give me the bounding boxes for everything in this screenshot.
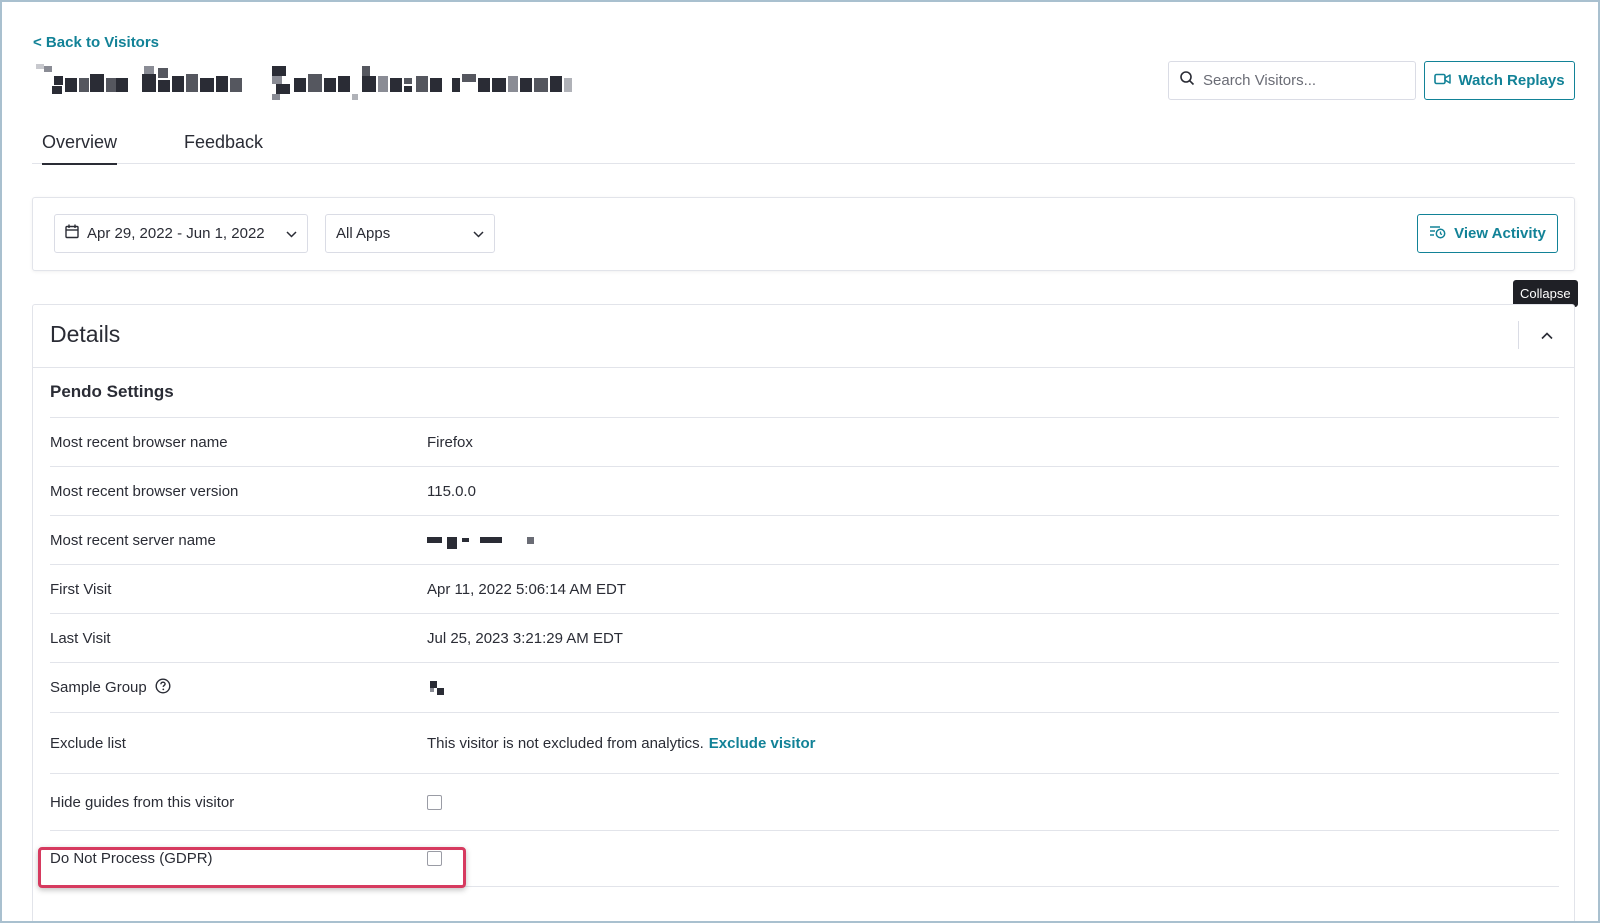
tab-overview[interactable]: Overview xyxy=(42,132,118,165)
calendar-icon xyxy=(65,224,79,243)
chevron-down-icon xyxy=(473,225,484,242)
row-label: Exclude list xyxy=(50,734,126,752)
view-activity-label: View Activity xyxy=(1454,225,1546,242)
watch-replays-button[interactable]: Watch Replays xyxy=(1424,61,1575,100)
collapse-button[interactable] xyxy=(1534,323,1560,349)
row-value: Apr 11, 2022 5:06:14 AM EDT xyxy=(427,580,627,598)
back-to-visitors-link[interactable]: < Back to Visitors xyxy=(33,34,159,51)
list-item: First Visit Apr 11, 2022 5:06:14 AM EDT xyxy=(50,565,1559,614)
hide-guides-checkbox[interactable] xyxy=(427,794,442,810)
row-label: First Visit xyxy=(50,580,112,598)
details-title: Details xyxy=(50,321,121,347)
chevron-up-icon xyxy=(1541,327,1553,345)
server-name-redacted xyxy=(427,531,534,549)
visitor-details-page: < Back to Visitors Search Visitors... Wa… xyxy=(0,0,1600,923)
exclude-list-value: This visitor is not excluded from analyt… xyxy=(427,735,816,752)
app-selector-value: All Apps xyxy=(336,225,391,242)
row-label: Last Visit xyxy=(50,629,111,647)
row-label: Most recent browser version xyxy=(50,482,239,500)
app-selector[interactable]: All Apps xyxy=(325,214,495,253)
visitor-name-redacted xyxy=(36,64,572,100)
list-item: Most recent browser name Firefox xyxy=(50,418,1559,467)
tab-bar: Overview Feedback xyxy=(32,122,1575,165)
sample-group-redacted xyxy=(427,680,445,696)
list-item: Exclude list This visitor is not exclude… xyxy=(50,713,1559,774)
chevron-down-icon xyxy=(286,225,297,242)
video-camera-icon xyxy=(1434,72,1452,89)
activity-history-icon xyxy=(1429,225,1446,243)
row-label: Most recent server name xyxy=(50,531,216,549)
collapse-tooltip: Collapse xyxy=(1513,280,1578,307)
tab-feedback[interactable]: Feedback xyxy=(184,132,263,163)
row-value: Firefox xyxy=(427,433,473,451)
search-visitors-box[interactable] xyxy=(1168,61,1416,100)
list-item: Last Visit Jul 25, 2023 3:21:29 AM EDT xyxy=(50,614,1559,663)
list-item: Most recent server name xyxy=(50,516,1559,565)
row-label-sample-group: Sample Group xyxy=(50,677,427,698)
view-activity-button[interactable]: View Activity xyxy=(1417,214,1558,253)
row-value: Jul 25, 2023 3:21:29 AM EDT xyxy=(427,629,623,647)
date-range-value: Apr 29, 2022 - Jun 1, 2022 xyxy=(87,225,265,242)
watch-replays-label: Watch Replays xyxy=(1458,72,1565,89)
settings-list: Most recent browser name Firefox Most re… xyxy=(50,417,1559,887)
row-value: 115.0.0 xyxy=(427,482,476,500)
do-not-process-gdpr-checkbox[interactable] xyxy=(427,851,442,866)
exclude-status-text: This visitor is not excluded from analyt… xyxy=(427,734,704,752)
exclude-visitor-link[interactable]: Exclude visitor xyxy=(709,735,816,752)
search-visitors-input[interactable] xyxy=(1203,72,1403,89)
row-label: Sample Group xyxy=(50,679,147,696)
row-label: Hide guides from this visitor xyxy=(50,793,235,811)
help-circle-icon[interactable] xyxy=(155,677,171,698)
search-icon xyxy=(1179,70,1195,91)
list-item: Hide guides from this visitor xyxy=(50,774,1559,831)
list-item: Sample Group xyxy=(50,663,1559,713)
filter-bar: Apr 29, 2022 - Jun 1, 2022 All Apps View… xyxy=(32,197,1575,271)
row-label: Most recent browser name xyxy=(50,433,228,451)
list-item: Do Not Process (GDPR) xyxy=(50,831,1559,887)
divider xyxy=(1518,321,1519,349)
row-label: Do Not Process (GDPR) xyxy=(50,850,213,867)
details-panel: Details Pendo Settings Most recent brows… xyxy=(32,304,1575,921)
list-item: Most recent browser version 115.0.0 xyxy=(50,467,1559,516)
section-title-pendo-settings: Pendo Settings xyxy=(50,382,174,401)
date-range-picker[interactable]: Apr 29, 2022 - Jun 1, 2022 xyxy=(54,214,308,253)
details-header: Details xyxy=(33,305,1574,368)
